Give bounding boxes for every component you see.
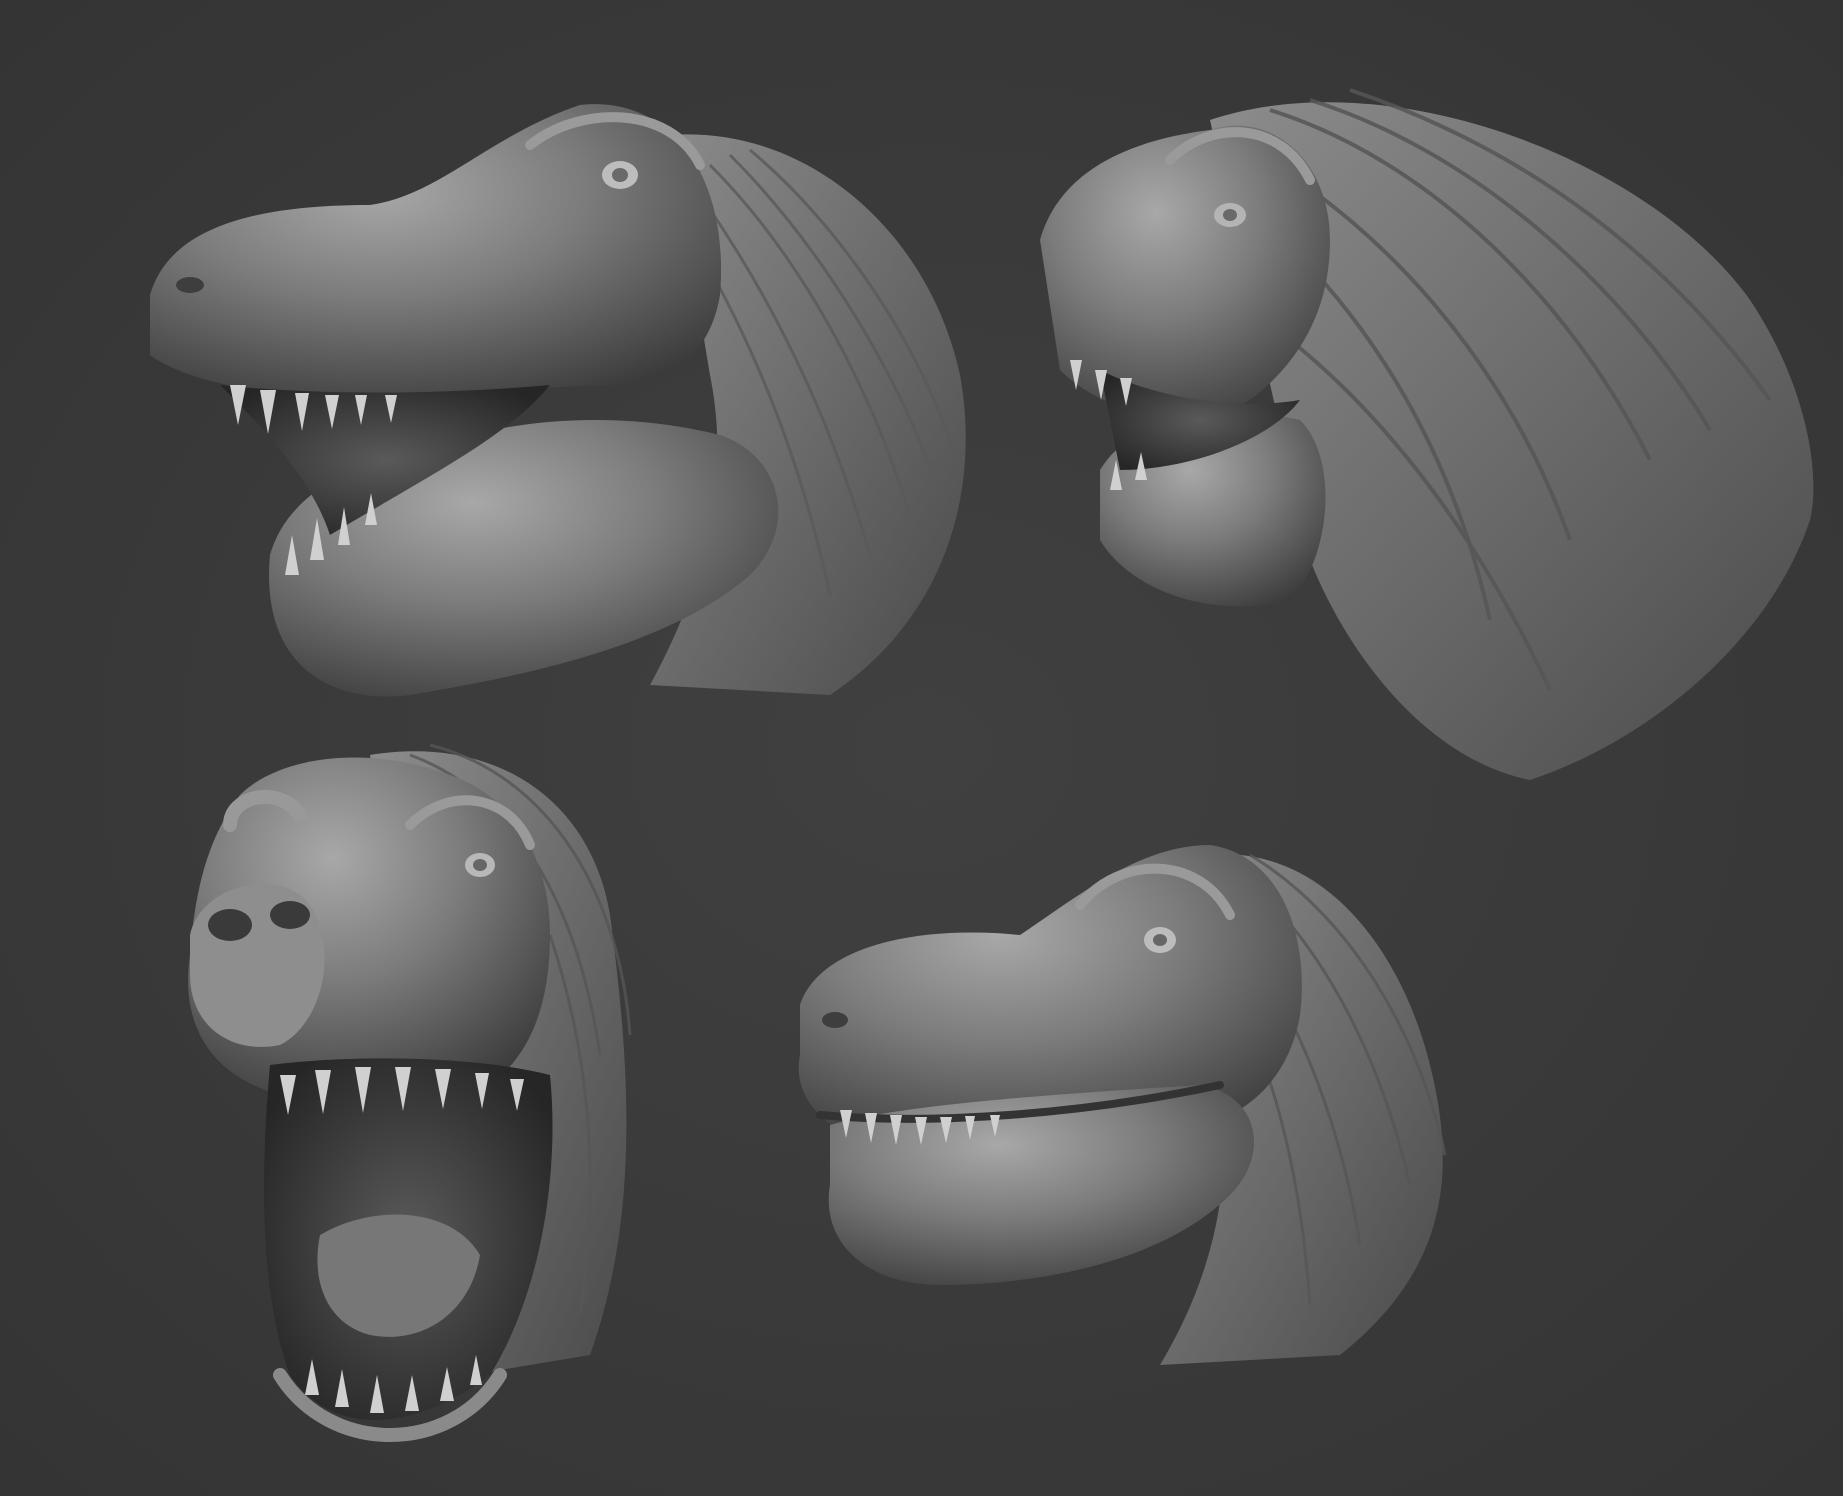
trex-head-left-profile [110,55,990,725]
trex-head-closed-mouth [780,825,1480,1385]
trex-head-front-three-quarter [170,735,730,1475]
trex-head-back-three-quarter [1010,40,1830,800]
sculpt-viewport [0,0,1843,1496]
